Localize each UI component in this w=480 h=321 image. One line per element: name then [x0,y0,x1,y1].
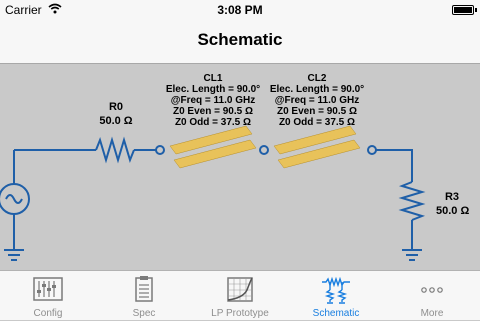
wire-to-r3 [376,149,413,182]
tab-schematic-label: Schematic [312,308,360,319]
ground-left [4,249,24,261]
tab-spec-label: Spec [132,308,156,319]
status-time: 3:08 PM [217,3,263,17]
tab-more-label: More [420,308,444,319]
tab-bar: Config Spec LP Prototype Schematic More [0,270,480,320]
schematic-icon [322,276,350,304]
r0-resistor [95,136,135,164]
voltage-source [0,183,30,215]
cl2-freq: @Freq = 11.0 GHz [274,95,360,106]
tab-config[interactable]: Config [0,271,96,321]
ground-right [402,249,422,261]
cl1-elec-length: Elec. Length = 90.0° [165,84,261,95]
port-node-1 [155,145,165,155]
cl2-elec-length: Elec. Length = 90.0° [269,84,365,95]
coupled-line-cl1 [169,125,257,169]
more-icon [421,287,443,293]
schematic-canvas: R0 50.0 Ω R3 50.0 Ω CL1 Elec. Length = 9… [0,64,480,270]
status-bar: Carrier 3:08 PM [0,0,480,20]
page-title: Schematic [197,30,283,49]
r0-value: 50.0 Ω [99,115,133,127]
cl1-freq: @Freq = 11.0 GHz [170,95,256,106]
cl2-labels: CL2 Elec. Length = 90.0° @Freq = 11.0 GH… [262,73,372,128]
lp-prototype-icon [227,277,253,302]
cl2-name: CL2 [307,73,327,84]
coupled-line-cl2 [273,125,361,169]
r3-resistor [398,181,426,221]
config-icon [33,277,63,301]
tab-more[interactable]: More [384,271,480,321]
tab-config-label: Config [33,308,63,319]
tab-lp-prototype[interactable]: LP Prototype [192,271,288,321]
tab-spec[interactable]: Spec [96,271,192,321]
spec-icon [135,276,153,302]
tab-lp-prototype-label: LP Prototype [211,308,269,319]
navigation-bar: Schematic [0,20,480,64]
port-node-3 [367,145,377,155]
battery-icon [452,5,477,15]
cl2-z0-even: Z0 Even = 90.5 Ω [276,106,357,117]
r3-name: R3 [444,191,460,203]
port-node-2 [259,145,269,155]
cl1-z0-odd: Z0 Odd = 37.5 Ω [174,117,252,128]
cl2-z0-odd: Z0 Odd = 37.5 Ω [278,117,356,128]
r0-name: R0 [108,101,124,113]
cl1-labels: CL1 Elec. Length = 90.0° @Freq = 11.0 GH… [158,73,268,128]
cl1-z0-even: Z0 Even = 90.5 Ω [172,106,253,117]
tab-schematic[interactable]: Schematic [288,271,384,321]
r3-value: 50.0 Ω [436,205,470,217]
cl1-name: CL1 [203,73,223,84]
